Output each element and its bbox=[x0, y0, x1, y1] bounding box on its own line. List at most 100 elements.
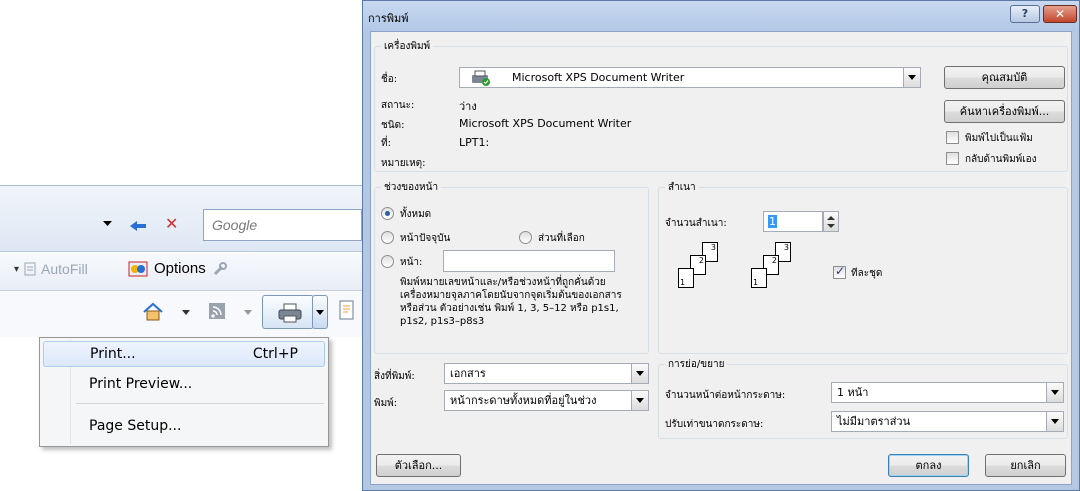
selection-radio[interactable] bbox=[519, 231, 532, 244]
comment-label: หมายเหตุ: bbox=[381, 158, 426, 169]
type-value: Microsoft XPS Document Writer bbox=[459, 117, 632, 130]
print-menu: Print... Ctrl+P Print Preview... Page Se… bbox=[39, 337, 329, 447]
options-icon bbox=[128, 261, 148, 276]
page-icon[interactable] bbox=[339, 300, 355, 322]
print-to-file-checkbox[interactable] bbox=[946, 131, 959, 144]
printer-group-title: เครื่องพิมพ์ bbox=[381, 39, 434, 54]
scale-combo[interactable]: ไม่มีมาตราส่วน bbox=[831, 411, 1064, 432]
print-to-file-label[interactable]: พิมพ์ไปเป็นแฟ้ม bbox=[965, 131, 1033, 146]
printer-name-value: Microsoft XPS Document Writer bbox=[512, 71, 685, 84]
home-dropdown-icon[interactable] bbox=[182, 310, 190, 316]
where-label: ที่: bbox=[381, 138, 391, 149]
print-what-combo[interactable]: เอกสาร bbox=[444, 363, 649, 384]
pages-input[interactable] bbox=[443, 250, 615, 272]
scale-label: ปรับเท่าขนาดกระดาษ: bbox=[665, 419, 764, 430]
printer-group: เครื่องพิมพ์ ชื่อ: Microsoft XPS Documen… bbox=[374, 39, 1068, 172]
current-page-label[interactable]: หน้าปัจจุบัน bbox=[400, 231, 450, 246]
zoom-group: การย่อ/ขยาย จำนวนหน้าต่อหน้ากระดาษ: 1 หน… bbox=[658, 357, 1068, 439]
dialog-title: การพิมพ์ bbox=[368, 12, 409, 25]
zoom-group-title: การย่อ/ขยาย bbox=[665, 357, 728, 372]
copies-count-input[interactable]: 1 bbox=[763, 211, 823, 232]
scale-dropdown-icon[interactable] bbox=[1046, 412, 1063, 431]
print-mode-label: พิมพ์: bbox=[374, 398, 398, 409]
menu-item-label: Print Preview... bbox=[89, 376, 193, 392]
manual-duplex-checkbox[interactable] bbox=[946, 152, 959, 165]
print-what-value: เอกสาร bbox=[450, 367, 486, 380]
print-mode-combo[interactable]: หน้ากระดาษทั้งหมดที่อยู่ในช่วง bbox=[444, 390, 649, 411]
page-number: 1 bbox=[753, 278, 759, 287]
stop-icon[interactable]: ✕ bbox=[165, 214, 178, 233]
help-button[interactable]: ? bbox=[1010, 5, 1040, 23]
spinner-arrows-icon bbox=[827, 216, 835, 228]
pages-per-sheet-combo[interactable]: 1 หน้า bbox=[831, 382, 1064, 403]
options-button[interactable]: ตัวเลือก... bbox=[376, 454, 461, 477]
collate-label[interactable]: ทีละชุด bbox=[851, 266, 882, 281]
properties-button[interactable]: คุณสมบัติ bbox=[944, 66, 1065, 89]
menu-item-shortcut: Ctrl+P bbox=[252, 346, 298, 362]
pages-radio[interactable] bbox=[381, 255, 394, 268]
printer-name-label: ชื่อ: bbox=[381, 74, 398, 85]
print-button[interactable] bbox=[262, 295, 314, 329]
print-dialog: การพิมพ์ ? ✕ เครื่องพิมพ์ ชื่อ: Microsof… bbox=[362, 0, 1080, 491]
page-number: 2 bbox=[771, 256, 777, 265]
copies-group: สำเนา จำนวนสำเนา: 1 3 2 1 3 2 1 ทีละชุด bbox=[658, 180, 1068, 354]
menu-item-page-setup[interactable]: Page Setup... bbox=[43, 413, 325, 439]
chevron-down-icon bbox=[316, 310, 324, 315]
collate-checkbox[interactable] bbox=[833, 264, 846, 279]
print-mode-value: หน้ากระดาษทั้งหมดที่อยู่ในช่วง bbox=[450, 394, 597, 407]
options-button[interactable]: Options bbox=[128, 260, 228, 277]
page-range-group: ช่วงของหน้า ทั้งหมด หน้าปัจจุบัน ส่วนที่… bbox=[374, 180, 649, 354]
autofill-button[interactable]: ▾ AutoFill bbox=[14, 261, 88, 277]
copies-count-label: จำนวนสำเนา: bbox=[665, 218, 727, 229]
copies-count-value: 1 bbox=[768, 215, 777, 228]
ok-button[interactable]: ตกลง bbox=[888, 454, 969, 477]
printer-icon bbox=[278, 303, 302, 323]
page-number: 2 bbox=[698, 256, 704, 265]
dialog-title-bar[interactable]: การพิมพ์ ? ✕ bbox=[363, 1, 1079, 31]
page-range-hint: พิมพ์หมายเลขหน้าและ/หรือช่วงหน้าที่ถูกคั… bbox=[400, 277, 622, 327]
page-range-group-title: ช่วงของหน้า bbox=[381, 180, 442, 195]
feeds-icon[interactable] bbox=[208, 302, 226, 320]
menu-item-label: Page Setup... bbox=[89, 418, 182, 434]
print-dropdown-button[interactable] bbox=[312, 295, 328, 329]
all-pages-radio[interactable] bbox=[381, 207, 394, 220]
close-icon: ✕ bbox=[1054, 7, 1066, 21]
wrench-icon[interactable] bbox=[212, 261, 228, 277]
page-number: 3 bbox=[783, 243, 789, 252]
status-label: สถานะ: bbox=[381, 100, 415, 111]
where-value: LPT1: bbox=[459, 136, 490, 149]
ie-window-fragment: ✕ Google ▾ AutoFill Options Print... Ctr… bbox=[0, 185, 362, 491]
feeds-dropdown-icon[interactable] bbox=[244, 310, 252, 316]
autofill-icon bbox=[24, 262, 36, 276]
home-icon[interactable] bbox=[142, 302, 164, 322]
dialog-client-area: เครื่องพิมพ์ ชื่อ: Microsoft XPS Documen… bbox=[370, 31, 1072, 485]
address-dropdown-icon[interactable] bbox=[102, 219, 113, 228]
scale-value: ไม่มีมาตราส่วน bbox=[837, 415, 911, 428]
print-what-dropdown-icon[interactable] bbox=[631, 364, 648, 383]
menu-item-print-preview[interactable]: Print Preview... bbox=[43, 371, 325, 397]
cancel-button[interactable]: ยกเลิก bbox=[985, 454, 1066, 477]
autofill-label: AutoFill bbox=[41, 261, 88, 277]
page-number: 3 bbox=[710, 243, 716, 252]
current-page-radio[interactable] bbox=[381, 231, 394, 244]
menu-separator bbox=[76, 403, 324, 404]
printer-name-dropdown-icon[interactable] bbox=[903, 68, 920, 87]
menu-item-print[interactable]: Print... Ctrl+P bbox=[43, 341, 325, 367]
search-input[interactable]: Google bbox=[203, 209, 362, 241]
print-mode-dropdown-icon[interactable] bbox=[631, 391, 648, 410]
address-bar-row: ✕ Google bbox=[0, 185, 362, 252]
page-sheet: 1 bbox=[751, 268, 767, 288]
compatibility-arrows-icon[interactable] bbox=[128, 217, 148, 233]
pages-per-sheet-value: 1 หน้า bbox=[837, 386, 869, 399]
selection-label[interactable]: ส่วนที่เลือก bbox=[538, 231, 585, 246]
all-pages-label[interactable]: ทั้งหมด bbox=[400, 207, 431, 222]
manual-duplex-label[interactable]: กลับด้านพิมพ์เอง bbox=[965, 152, 1037, 167]
pages-label[interactable]: หน้า: bbox=[400, 255, 422, 270]
pages-per-sheet-dropdown-icon[interactable] bbox=[1046, 383, 1063, 402]
copies-spinner[interactable] bbox=[823, 211, 839, 232]
close-button[interactable]: ✕ bbox=[1043, 5, 1077, 23]
copies-group-title: สำเนา bbox=[665, 180, 699, 195]
google-toolbar: ▾ AutoFill Options bbox=[0, 253, 362, 291]
find-printer-button[interactable]: ค้นหาเครื่องพิมพ์... bbox=[944, 100, 1065, 123]
printer-name-combo[interactable]: Microsoft XPS Document Writer bbox=[459, 67, 921, 88]
